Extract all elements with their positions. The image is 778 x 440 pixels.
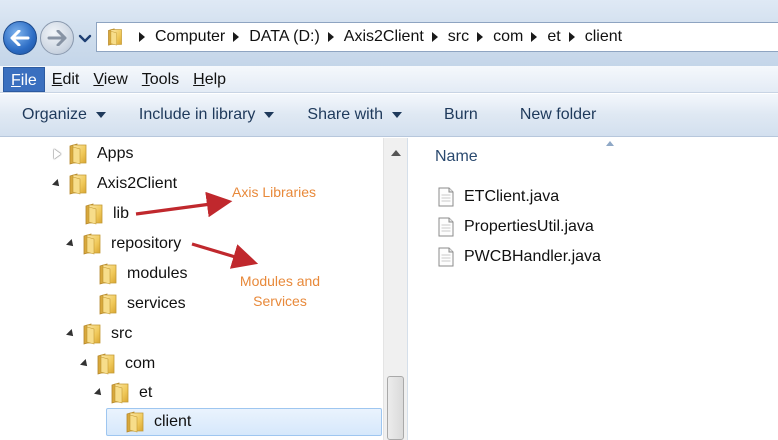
menu-help-accel: H	[193, 70, 205, 88]
breadcrumb-separator-icon[interactable]	[139, 32, 145, 42]
arrow-to-lib	[135, 191, 233, 218]
organize-button[interactable]: Organize	[22, 100, 106, 130]
menu-help-rest: elp	[204, 70, 227, 88]
breadcrumb-separator-icon[interactable]	[531, 32, 538, 42]
file-name: ETClient.java	[464, 188, 560, 205]
file-name: PWCBHandler.java	[464, 248, 601, 265]
share-with-label: Share with	[307, 106, 384, 123]
burn-button[interactable]: Burn	[444, 100, 478, 130]
breadcrumb-com[interactable]: com	[493, 28, 523, 46]
include-in-library-button[interactable]: Include in library	[139, 100, 275, 130]
back-button[interactable]	[3, 21, 37, 55]
chevron-down-icon	[78, 34, 92, 43]
arrow-to-repository	[191, 242, 259, 269]
burn-label: Burn	[444, 106, 478, 123]
forward-button[interactable]	[40, 21, 74, 55]
new-folder-button[interactable]: New folder	[520, 100, 596, 130]
navigation-pane: Apps Axis2Client lib repository modules …	[0, 138, 408, 440]
breadcrumb-computer[interactable]: Computer	[155, 28, 225, 46]
breadcrumb-et[interactable]: et	[547, 28, 560, 46]
scroll-thumb[interactable]	[387, 376, 404, 440]
breadcrumb-src[interactable]: src	[448, 28, 469, 46]
breadcrumb-separator-icon[interactable]	[477, 32, 484, 42]
menu-file[interactable]: File	[3, 66, 45, 92]
share-with-button[interactable]: Share with	[307, 100, 403, 130]
menu-tools[interactable]: Tools	[135, 67, 186, 92]
breadcrumb-separator-icon[interactable]	[568, 32, 575, 42]
organize-label: Organize	[22, 106, 87, 123]
menu-view[interactable]: View	[86, 67, 134, 92]
breadcrumb-separator-icon[interactable]	[233, 32, 240, 42]
menu-view-accel: V	[93, 70, 104, 88]
menu-tools-accel: T	[141, 70, 150, 88]
file-item[interactable]: ETClient.java	[438, 184, 559, 210]
menu-edit[interactable]: Edit	[45, 67, 87, 92]
menu-file-accel: F	[11, 71, 21, 89]
dropdown-caret-icon	[392, 112, 403, 118]
java-file-icon	[438, 187, 454, 207]
nav-scrollbar[interactable]	[383, 138, 407, 440]
dropdown-caret-icon	[264, 112, 275, 118]
annotation-arrows	[135, 191, 259, 269]
recent-pages-button[interactable]	[78, 32, 92, 44]
file-list-pane: Name ETClient.java PropertiesUtil.java P…	[409, 138, 778, 440]
menu-help[interactable]: Help	[186, 67, 233, 92]
forward-arrow-icon	[47, 30, 67, 46]
breadcrumb-client[interactable]: client	[585, 28, 622, 46]
command-bar: Organize Include in library Share with B…	[0, 94, 778, 137]
back-arrow-icon	[10, 30, 30, 46]
file-item[interactable]: PropertiesUtil.java	[438, 214, 594, 240]
breadcrumb-separator-icon[interactable]	[431, 32, 438, 42]
menu-file-rest: ile	[20, 71, 37, 89]
address-toolbar: Computer DATA (D:) Axis2Client src com e…	[0, 0, 778, 66]
file-name: PropertiesUtil.java	[464, 218, 594, 235]
menu-edit-accel: E	[51, 70, 63, 88]
menu-view-rest: iew	[103, 70, 128, 88]
menu-edit-rest: dit	[62, 70, 80, 88]
breadcrumb-separator-icon[interactable]	[327, 32, 334, 42]
java-file-icon	[438, 247, 454, 267]
include-in-library-label: Include in library	[138, 106, 256, 123]
menu-bar: File Edit View Tools Help	[0, 66, 778, 93]
java-file-icon	[438, 217, 454, 237]
sort-ascending-icon	[606, 141, 614, 146]
file-item[interactable]: PWCBHandler.java	[438, 244, 601, 270]
dropdown-caret-icon	[95, 112, 106, 118]
breadcrumb-data-drive[interactable]: DATA (D:)	[249, 28, 320, 46]
folder-icon	[105, 28, 125, 46]
new-folder-label: New folder	[519, 106, 597, 123]
breadcrumb-axis2client[interactable]: Axis2Client	[344, 28, 424, 46]
menu-tools-rest: ools	[149, 70, 180, 88]
address-bar[interactable]: Computer DATA (D:) Axis2Client src com e…	[96, 22, 778, 52]
column-header-name[interactable]: Name	[435, 148, 478, 166]
scroll-up-arrow-icon[interactable]	[391, 150, 401, 156]
